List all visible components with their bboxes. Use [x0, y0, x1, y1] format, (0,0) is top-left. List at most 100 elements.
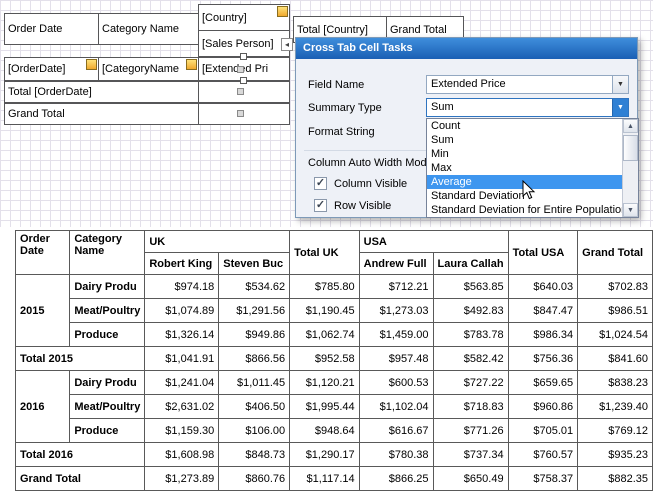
- col-header-salesperson: Andrew Full: [359, 253, 433, 275]
- row-category-header: Produce: [70, 323, 145, 347]
- cell-drag-handle[interactable]: [237, 88, 244, 95]
- dropdown-scrollbar[interactable]: ▲ ▼: [622, 119, 638, 217]
- cell-drag-handle[interactable]: [237, 110, 244, 117]
- col-header-uk: UK: [145, 231, 290, 253]
- total-cell: $780.38: [359, 443, 433, 467]
- scroll-down-button[interactable]: ▼: [623, 203, 638, 217]
- cell-drag-handle[interactable]: [237, 66, 244, 73]
- smart-tag-icon[interactable]: [186, 59, 197, 70]
- checkbox-checked-icon[interactable]: ✓: [314, 177, 327, 190]
- preview-table: Order DateCategory NameUKTotal UKUSATota…: [15, 230, 653, 491]
- grand-total-cell: $1,117.14: [290, 467, 359, 491]
- cell-total-orderdate[interactable]: Total [OrderDate]: [4, 81, 199, 103]
- total-cell: $737.34: [433, 443, 508, 467]
- cell-categoryname-field[interactable]: [CategoryName: [98, 57, 199, 81]
- cell-total-country-label: Total [Country]: [297, 24, 368, 36]
- data-cell: $1,239.40: [578, 395, 653, 419]
- chevron-down-icon: ▼: [617, 81, 624, 88]
- summary-type-label: Summary Type: [308, 102, 382, 114]
- row-group-header: 2015: [16, 275, 70, 347]
- col-header-grand-total: Grand Total: [578, 231, 653, 275]
- cell-category-name[interactable]: Category Name: [98, 13, 199, 45]
- grand-total-cell: $758.37: [508, 467, 578, 491]
- selection-handle-top[interactable]: [240, 53, 247, 60]
- data-cell: $949.86: [219, 323, 290, 347]
- data-cell: $960.86: [508, 395, 578, 419]
- field-name-label: Field Name: [308, 79, 364, 91]
- scroll-up-button[interactable]: ▲: [623, 119, 638, 133]
- col-header-salesperson: Steven Buc: [219, 253, 290, 275]
- data-cell: $702.83: [578, 275, 653, 299]
- cell-sales-person-label: [Sales Person]: [202, 38, 274, 50]
- arrow-up-icon: ▲: [627, 123, 634, 130]
- total-cell: $582.42: [433, 347, 508, 371]
- popup-title-bar[interactable]: Cross Tab Cell Tasks: [296, 38, 637, 59]
- row-category-header: Dairy Produ: [70, 371, 145, 395]
- cell-orderdate-field-label: [OrderDate]: [8, 63, 65, 75]
- field-name-combo[interactable]: Extended Price ▼: [426, 75, 629, 94]
- grand-total-cell: $860.76: [219, 467, 290, 491]
- summary-type-dropdown-list: CountSumMinMaxAverageStandard DeviationS…: [426, 118, 639, 218]
- row-visible-checkbox[interactable]: ✓ Row Visible: [314, 199, 391, 212]
- smart-tag-arrow-icon: ◂: [285, 40, 289, 49]
- data-cell: $705.01: [508, 419, 578, 443]
- data-cell: $1,159.30: [145, 419, 219, 443]
- chevron-down-icon: ▼: [617, 104, 624, 111]
- column-visible-checkbox[interactable]: ✓ Column Visible: [314, 177, 407, 190]
- data-cell: $986.34: [508, 323, 578, 347]
- smart-tag-icon[interactable]: [277, 6, 288, 17]
- total-cell: $957.48: [359, 347, 433, 371]
- table-grand-total-row: Grand Total$1,273.89$860.76$1,117.14$866…: [16, 467, 653, 491]
- cell-grand-total-data[interactable]: [198, 103, 290, 125]
- dropdown-item[interactable]: Sum: [427, 133, 622, 147]
- col-header-total-uk: Total UK: [290, 231, 359, 275]
- column-auto-width-mode-label: Column Auto Width Mode: [308, 157, 433, 169]
- scrollbar-track[interactable]: [623, 133, 638, 203]
- data-cell: $106.00: [219, 419, 290, 443]
- data-cell: $771.26: [433, 419, 508, 443]
- data-cell: $718.83: [433, 395, 508, 419]
- selection-handle-bottom[interactable]: [240, 77, 247, 84]
- data-cell: $712.21: [359, 275, 433, 299]
- arrow-down-icon: ▼: [627, 207, 634, 214]
- summary-type-combo[interactable]: Sum ▼: [426, 98, 629, 117]
- dropdown-item[interactable]: Min: [427, 147, 622, 161]
- smart-tag-arrow-button[interactable]: ◂: [281, 38, 293, 51]
- summary-type-dropdown-button[interactable]: ▼: [612, 99, 628, 116]
- data-cell: $1,326.14: [145, 323, 219, 347]
- total-cell: $760.57: [508, 443, 578, 467]
- smart-tag-icon[interactable]: [86, 59, 97, 70]
- dropdown-item[interactable]: Max: [427, 161, 622, 175]
- cell-country[interactable]: [Country]: [198, 4, 290, 31]
- row-category-header: Meat/Poultry: [70, 299, 145, 323]
- row-visible-label: Row Visible: [334, 200, 391, 212]
- cell-grand-total-row[interactable]: Grand Total: [4, 103, 199, 125]
- data-cell: $948.64: [290, 419, 359, 443]
- total-cell: $756.36: [508, 347, 578, 371]
- total-cell: $866.56: [219, 347, 290, 371]
- cell-order-date[interactable]: Order Date: [4, 13, 99, 45]
- data-cell: $1,190.45: [290, 299, 359, 323]
- cell-extended-price-label: [Extended Pri: [202, 63, 268, 75]
- col-header-salesperson: Laura Callah: [433, 253, 508, 275]
- data-cell: $1,024.54: [578, 323, 653, 347]
- cell-total-data[interactable]: [198, 81, 290, 103]
- checkbox-checked-icon[interactable]: ✓: [314, 199, 327, 212]
- table-total-row: Total 2016$1,608.98$848.73$1,290.17$780.…: [16, 443, 653, 467]
- col-header-total-usa: Total USA: [508, 231, 578, 275]
- data-cell: $659.65: [508, 371, 578, 395]
- preview-table-head: Order DateCategory NameUKTotal UKUSATota…: [16, 231, 653, 275]
- table-row: Meat/Poultry$1,074.89$1,291.56$1,190.45$…: [16, 299, 653, 323]
- dropdown-item[interactable]: Count: [427, 119, 622, 133]
- data-cell: $986.51: [578, 299, 653, 323]
- dropdown-item[interactable]: Standard Deviation for Entire Population: [427, 203, 622, 217]
- data-cell: $838.23: [578, 371, 653, 395]
- column-visible-label: Column Visible: [334, 178, 407, 190]
- data-cell: $1,291.56: [219, 299, 290, 323]
- field-name-dropdown-button[interactable]: ▼: [612, 76, 628, 93]
- scrollbar-thumb[interactable]: [623, 135, 638, 161]
- dropdown-item-list: CountSumMinMaxAverageStandard DeviationS…: [427, 119, 622, 217]
- table-row: 2016Dairy Produ$1,241.04$1,011.45$1,120.…: [16, 371, 653, 395]
- total-cell: $1,041.91: [145, 347, 219, 371]
- cell-orderdate-field[interactable]: [OrderDate]: [4, 57, 99, 81]
